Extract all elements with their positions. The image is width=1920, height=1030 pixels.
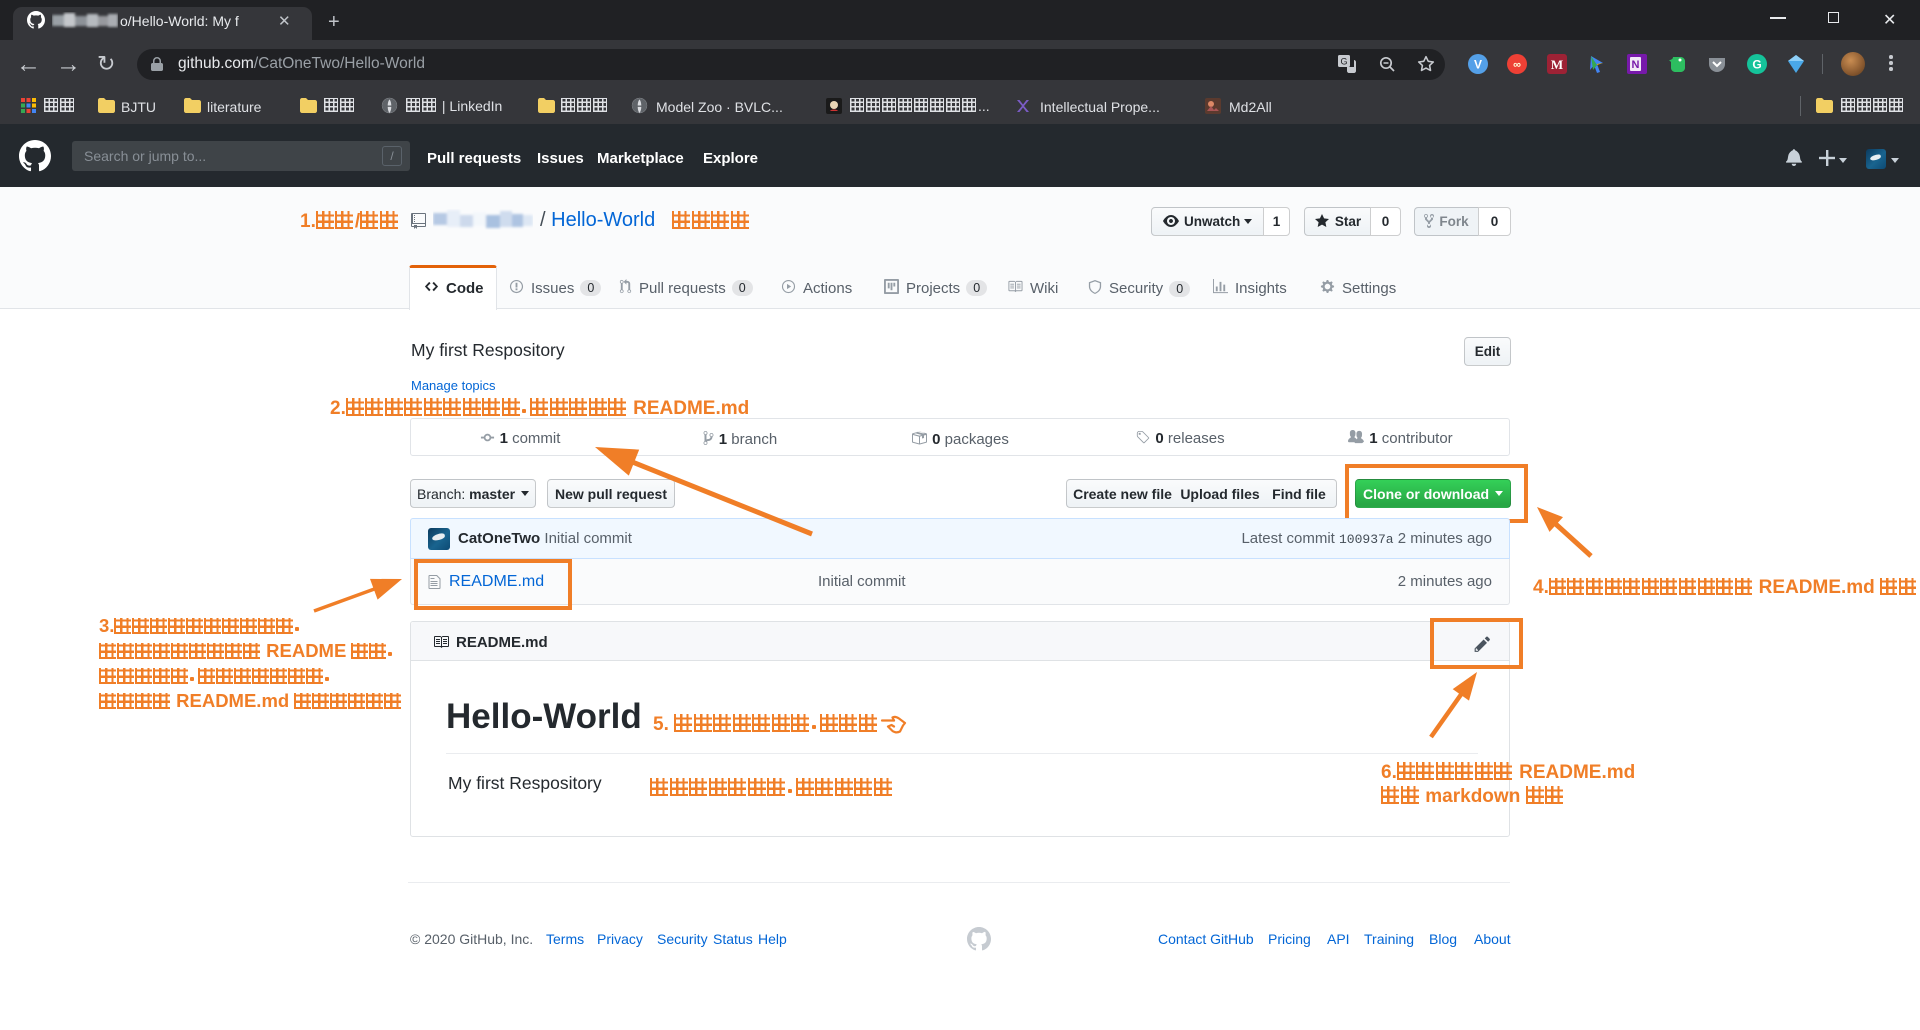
svg-text:M: M — [1551, 57, 1563, 72]
svg-text:∞: ∞ — [1513, 59, 1521, 71]
svg-text:N: N — [1632, 59, 1640, 71]
svg-text:G: G — [1752, 58, 1761, 72]
svg-text:G: G — [1340, 57, 1347, 67]
svg-text:V: V — [1474, 58, 1482, 72]
